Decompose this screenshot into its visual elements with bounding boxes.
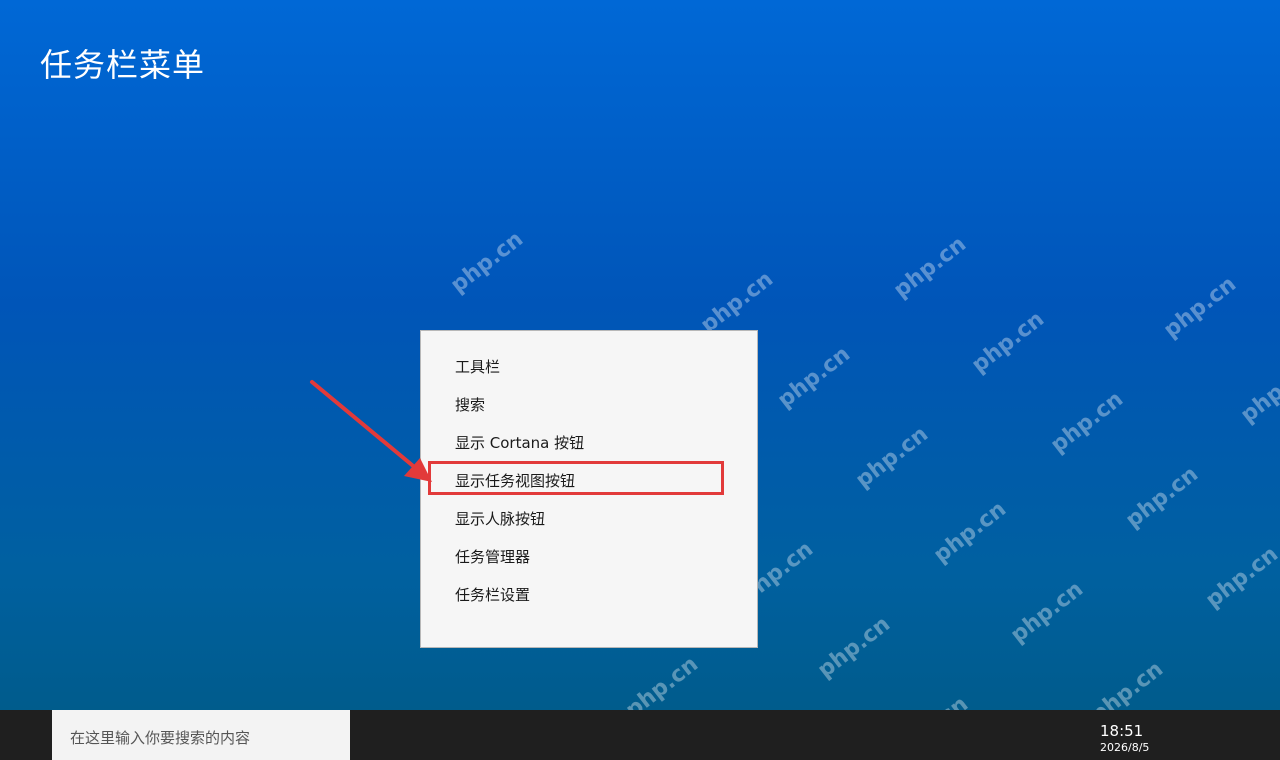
watermark: php.cn [851, 421, 933, 494]
watermark: php.cn [1006, 576, 1088, 649]
clock-date: 2026/8/5 [1100, 741, 1150, 754]
highlight-annotation-box [428, 461, 724, 495]
watermark: php.cn [1121, 461, 1203, 534]
watermark: php.cn [1201, 541, 1280, 614]
menu-item-taskbar-settings[interactable]: 任务栏设置 [421, 576, 757, 614]
menu-item-search[interactable]: 搜索 [421, 386, 757, 424]
clock-time: 18:51 [1100, 722, 1144, 740]
watermark: php.cn [889, 231, 971, 304]
red-arrow-icon [310, 380, 432, 482]
taskbar-clock[interactable]: 18:51 2026/8/5 [1100, 722, 1149, 756]
watermark: php.cn [446, 226, 528, 299]
menu-item-toolbars[interactable]: 工具栏 [421, 348, 757, 386]
desktop-background: 任务栏菜单 php.cn php.cn php.cn php.cn php.cn… [0, 0, 1280, 760]
watermark: php.cn [696, 266, 778, 339]
taskbar-search-input[interactable]: 在这里输入你要搜索的内容 [52, 710, 350, 760]
menu-item-show-people-button[interactable]: 显示人脉按钮 [421, 500, 757, 538]
watermark: php.cn [813, 611, 895, 684]
watermark: php.cn [1236, 356, 1280, 429]
watermark: php.cn [1046, 386, 1128, 459]
menu-item-show-cortana-button[interactable]: 显示 Cortana 按钮 [421, 424, 757, 462]
watermark: php.cn [1159, 271, 1241, 344]
watermark: php.cn [967, 306, 1049, 379]
watermark: php.cn [929, 496, 1011, 569]
taskbar: 在这里输入你要搜索的内容 18:51 2026/8/5 [0, 710, 1280, 760]
menu-item-task-manager[interactable]: 任务管理器 [421, 538, 757, 576]
watermark: php.cn [773, 341, 855, 414]
page-title: 任务栏菜单 [40, 46, 206, 84]
